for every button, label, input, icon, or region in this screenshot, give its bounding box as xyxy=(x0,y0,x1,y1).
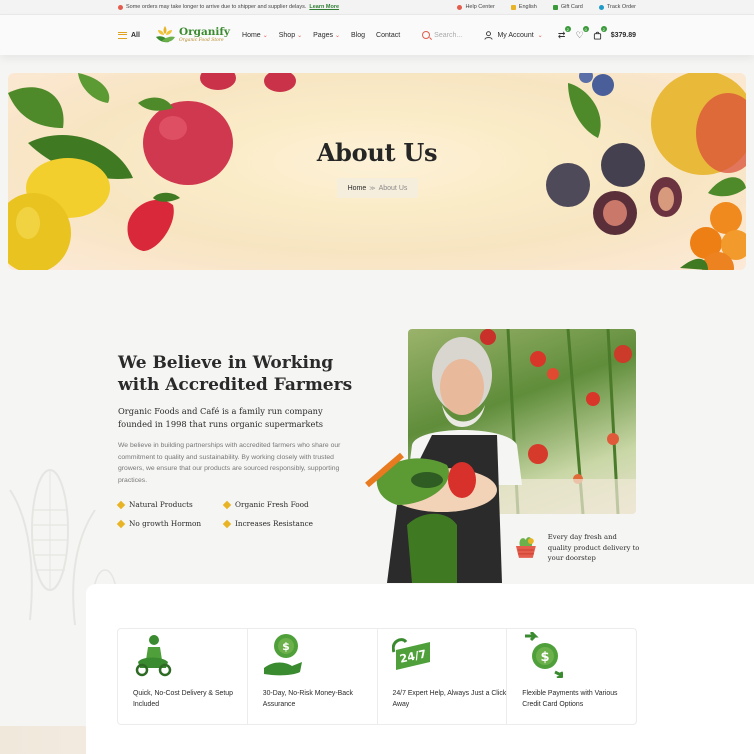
gift-card-label: Gift Card xyxy=(560,4,583,10)
track-icon xyxy=(598,4,604,10)
payment-exchange-icon: $ xyxy=(525,632,564,678)
all-label: All xyxy=(131,31,140,39)
delivery-scooter-icon xyxy=(135,635,172,677)
logo-tagline: Organic Food Store xyxy=(178,37,224,43)
breadcrumb: Home ≫ About Us xyxy=(337,178,418,198)
nav-contact[interactable]: Contact xyxy=(376,32,400,39)
chevron-down-icon: ⌄ xyxy=(297,32,303,39)
diamond-bullet-icon xyxy=(116,500,126,509)
service-card-delivery: Quick, No-Cost Delivery & Setup Included xyxy=(118,629,248,724)
service-card-payments: $ Flexible Payments with Various Credit … xyxy=(507,629,636,724)
wishlist-button[interactable]: ♡ 0 xyxy=(575,26,589,40)
about-body: We believe in building partnerships with… xyxy=(118,442,341,484)
logo-name: Organify xyxy=(178,26,231,38)
feature-label: Increases Resistance xyxy=(235,519,313,528)
search-icon xyxy=(422,31,431,39)
promo-text: Every day fresh and quality product deli… xyxy=(547,533,640,562)
diamond-bullet-icon xyxy=(116,519,126,528)
chevron-down-icon: ⌄ xyxy=(262,32,268,39)
alert-icon xyxy=(118,4,123,10)
learn-more-link[interactable]: Learn More xyxy=(309,4,339,10)
feature-item: Increases Resistance xyxy=(222,519,354,528)
user-icon xyxy=(484,30,494,40)
gift-icon xyxy=(552,4,558,10)
feature-label: No growth Hormon xyxy=(129,519,202,528)
service-label: Flexible Payments with Various Credit Ca… xyxy=(522,690,618,708)
farmer-illustration xyxy=(365,337,522,583)
my-account-menu[interactable]: My Account ⌄ xyxy=(484,30,543,40)
service-label: 24/7 Expert Help, Always Just a Click Aw… xyxy=(392,690,507,708)
service-card-money-back: $ 30-Day, No-Risk Money-Back Assurance xyxy=(248,629,378,724)
feature-item: Organic Fresh Food xyxy=(222,500,354,509)
compare-icon: ⇄ xyxy=(557,29,566,40)
double-chevron-right-icon: ≫ xyxy=(369,185,376,192)
cart-total[interactable]: $379.89 xyxy=(611,32,636,39)
support-24-7-icon: 24/7 xyxy=(391,638,430,670)
language-label: English xyxy=(518,4,537,10)
search-placeholder: Search... xyxy=(434,31,463,39)
nav-home-label: Home xyxy=(242,31,261,39)
chevron-down-icon: ⌄ xyxy=(537,32,543,39)
nav-pages-label: Pages xyxy=(313,31,333,39)
feature-list: Natural Products Organic Fresh Food No g… xyxy=(116,500,358,528)
service-card-support: 24/7 24/7 Expert Help, Always Just a Cli… xyxy=(378,629,508,724)
nav-blog[interactable]: Blog xyxy=(351,32,365,39)
service-label: 30-Day, No-Risk Money-Back Assurance xyxy=(262,690,353,708)
about-heading: We Believe in Working with Accredited Fa… xyxy=(118,353,353,395)
cart-button[interactable]: 2 xyxy=(593,26,607,40)
nav-home[interactable]: Home ⌄ xyxy=(242,32,268,39)
diamond-bullet-icon xyxy=(222,519,232,528)
breadcrumb-current: About Us xyxy=(378,184,408,192)
page-hero xyxy=(8,73,746,270)
announcement-bar: Some orders may take longer to arrive du… xyxy=(0,0,754,15)
nav-pages[interactable]: Pages ⌄ xyxy=(313,32,340,39)
site-header: All Organify Organic Food Store Home ⌄ Sh… xyxy=(0,15,754,55)
diamond-bullet-icon xyxy=(222,500,232,509)
nav-shop-label: Shop xyxy=(278,31,296,39)
about-lead: Organic Foods and Café is a family run c… xyxy=(118,406,324,429)
service-label: Quick, No-Cost Delivery & Setup Included xyxy=(133,690,233,708)
nav-shop[interactable]: Shop ⌄ xyxy=(279,32,302,39)
money-back-icon: $ xyxy=(263,634,302,676)
feature-label: Organic Fresh Food xyxy=(235,500,309,509)
svg-text:$: $ xyxy=(541,650,550,665)
chevron-down-icon: ⌄ xyxy=(335,32,341,39)
cart-count-badge: 2 xyxy=(600,26,607,32)
track-order-link[interactable]: Track Order xyxy=(598,4,636,10)
flag-icon xyxy=(510,4,516,10)
main-nav: Home ⌄ Shop ⌄ Pages ⌄ Blog Contact xyxy=(242,32,400,39)
track-order-label: Track Order xyxy=(606,4,636,10)
announcement: Some orders may take longer to arrive du… xyxy=(118,4,441,10)
gift-card-link[interactable]: Gift Card xyxy=(552,4,583,10)
language-selector[interactable]: English xyxy=(510,4,537,10)
help-center-label: Help Center xyxy=(465,4,495,10)
fruit-hero-illustration xyxy=(8,73,746,270)
search-input[interactable]: Search... xyxy=(422,31,484,39)
account-label: My Account xyxy=(497,31,534,39)
all-categories-button[interactable]: All xyxy=(118,31,140,39)
help-icon xyxy=(457,4,463,10)
delivery-promo: Every day fresh and quality product deli… xyxy=(512,532,642,564)
logo[interactable]: Organify Organic Food Store xyxy=(154,24,230,46)
page-title: About Us xyxy=(316,138,438,167)
breadcrumb-home[interactable]: Home xyxy=(348,185,367,192)
help-center-link[interactable]: Help Center xyxy=(457,4,495,10)
feature-item: Natural Products xyxy=(116,500,224,509)
leaf-logo-icon xyxy=(155,26,175,43)
heart-icon: ♡ xyxy=(575,29,584,40)
services-list: Quick, No-Cost Delivery & Setup Included… xyxy=(117,628,637,725)
compare-count-badge: 2 xyxy=(564,26,571,32)
cart-icon xyxy=(594,31,602,40)
feature-item: No growth Hormon xyxy=(116,519,224,528)
menu-icon xyxy=(118,31,127,39)
compare-button[interactable]: ⇄ 2 xyxy=(557,26,571,40)
svg-text:$: $ xyxy=(282,640,290,653)
announcement-text: Some orders may take longer to arrive du… xyxy=(126,4,307,10)
produce-basket-icon xyxy=(515,537,536,558)
wishlist-count-badge: 0 xyxy=(582,26,589,32)
feature-label: Natural Products xyxy=(129,500,193,509)
